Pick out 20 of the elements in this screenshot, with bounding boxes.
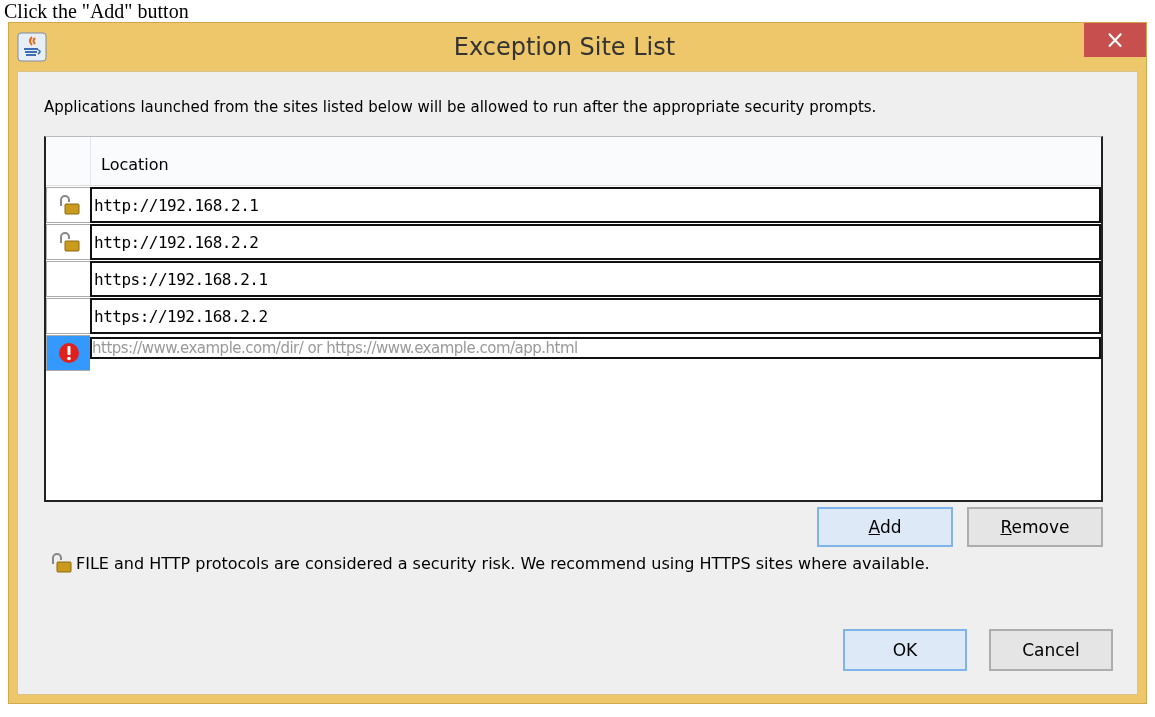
unlocked-padlock-icon xyxy=(57,232,80,252)
table-button[interactable]: Add xyxy=(817,507,953,547)
location-cell[interactable]: https://192.168.2.1 xyxy=(90,261,1101,297)
location-cell[interactable]: http://192.168.2.1 xyxy=(90,187,1101,223)
dialog-button[interactable]: OK xyxy=(843,628,967,671)
column-header: Location xyxy=(100,154,170,176)
security-notice: FILE and HTTP protocols are considered a security risk. We recommend using HTTPS sites where available. xyxy=(76,553,930,573)
error-icon xyxy=(57,342,80,364)
unlocked-padlock-icon xyxy=(57,195,80,215)
instruction-caption: Click the "Add" button xyxy=(3,0,190,22)
location-cell[interactable]: http://192.168.2.2 xyxy=(90,224,1101,260)
close-button[interactable]: × xyxy=(1084,23,1146,57)
unlocked-padlock-icon xyxy=(50,553,72,573)
location-input[interactable]: https://www.example.com/dir/ or https://www.example.com/app.html xyxy=(90,337,1101,359)
location-cell[interactable]: https://192.168.2.2 xyxy=(90,298,1101,334)
table-button[interactable]: Remove xyxy=(967,507,1103,547)
intro-text: Applications launched from the sites listed below will be allowed to run after the appropriate security prompts. xyxy=(44,98,878,116)
app-icon xyxy=(17,32,47,62)
window-title: Exception Site List xyxy=(452,33,677,61)
dialog-button[interactable]: Cancel xyxy=(989,628,1113,671)
